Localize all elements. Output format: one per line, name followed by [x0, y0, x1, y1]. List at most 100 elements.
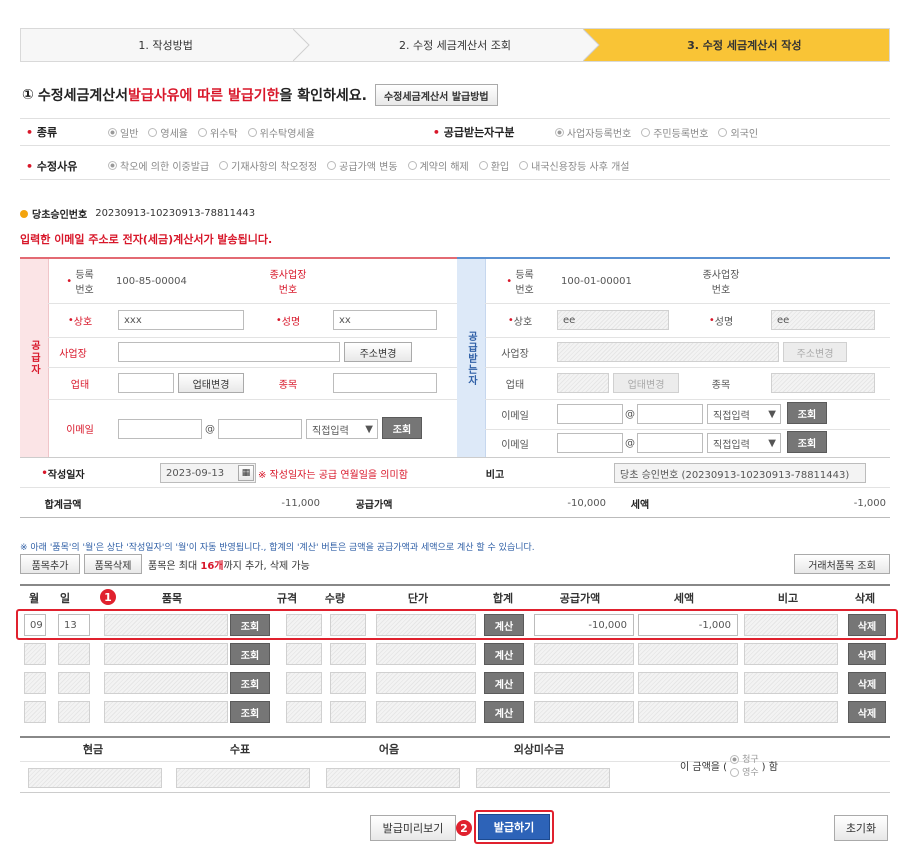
reset-button[interactable]: 초기화: [834, 815, 888, 841]
supplier-email-domain-input[interactable]: [218, 419, 302, 439]
item-calc-button[interactable]: 계산: [484, 643, 524, 665]
receiver-biz-type-input[interactable]: [557, 373, 609, 393]
issue-guide-button[interactable]: 수정세금계산서 발급방법: [374, 84, 498, 106]
dropdown-arrow-icon: ▼: [768, 408, 776, 420]
item-search-button[interactable]: 조회: [230, 672, 270, 694]
item-day-input[interactable]: [58, 701, 90, 723]
item-day-input[interactable]: [58, 672, 90, 694]
item-tax-input[interactable]: [638, 643, 738, 665]
item-memo-input[interactable]: [744, 643, 838, 665]
total-amount: -11,000: [281, 497, 320, 509]
issue-button[interactable]: 발급하기: [478, 814, 550, 840]
item-qty-input[interactable]: [330, 672, 366, 694]
receiver-name-input[interactable]: ee: [557, 310, 669, 330]
receiver-email2-select[interactable]: 직접입력 ▼: [707, 433, 781, 453]
item-qty-input[interactable]: [330, 701, 366, 723]
item-name-input[interactable]: [104, 672, 228, 694]
items-col-header: 비고: [777, 592, 799, 605]
kind-option[interactable]: 영세율: [148, 125, 188, 140]
notice-line: ① 수정세금계산서 발급사유에 따른 발급기한 을 확인하세요. 수정세금계산서…: [22, 84, 498, 106]
item-delete-button[interactable]: 삭제: [848, 701, 886, 723]
cash-input[interactable]: [28, 768, 162, 788]
kind-option[interactable]: 위수탁영세율: [247, 125, 315, 140]
item-delete-button[interactable]: 삭제: [848, 643, 886, 665]
supplier-email-id-input[interactable]: [118, 419, 202, 439]
receiver-email2-domain-input[interactable]: [637, 433, 703, 453]
receiver-email2-id-input[interactable]: [557, 433, 623, 453]
kind-option[interactable]: 위수탁: [198, 125, 238, 140]
item-supply-input[interactable]: [534, 643, 634, 665]
reason-option[interactable]: 공급가액 변동: [327, 158, 398, 173]
item-price-input[interactable]: [376, 643, 476, 665]
reason-option[interactable]: 착오에 의한 이중발급: [108, 158, 209, 173]
item-calc-button[interactable]: 계산: [484, 701, 524, 723]
preview-button[interactable]: 발급미리보기: [370, 815, 456, 841]
item-spec-input[interactable]: [286, 643, 322, 665]
receivable-input[interactable]: [476, 768, 610, 788]
supplier-biz-item-input[interactable]: [333, 373, 437, 393]
kind-option[interactable]: 일반: [108, 125, 138, 140]
recv-type-option[interactable]: 외국인: [718, 125, 758, 140]
item-month-input[interactable]: [24, 643, 46, 665]
recv-type-option[interactable]: 주민등록번호: [641, 125, 708, 140]
supplier-address-change-button[interactable]: 주소변경: [344, 342, 412, 362]
charge-radio[interactable]: 청구: [730, 752, 759, 765]
item-tax-input[interactable]: [638, 672, 738, 694]
item-memo-input[interactable]: [744, 701, 838, 723]
supplier-name-input[interactable]: xxx: [118, 310, 244, 330]
item-price-input[interactable]: [376, 701, 476, 723]
item-search-button[interactable]: 조회: [230, 643, 270, 665]
item-delete-button[interactable]: 삭제: [848, 672, 886, 694]
receiver-address-input[interactable]: [557, 342, 779, 362]
reason-option[interactable]: 환입: [478, 158, 509, 173]
receiver-email1-search-button[interactable]: 조회: [787, 402, 827, 424]
items-note: ※ 아래 '품목'의 '월'은 상단 '작성일자'의 '월'이 자동 반영됩니다…: [20, 543, 535, 553]
item-month-input[interactable]: [24, 672, 46, 694]
receiver-email1-domain-input[interactable]: [637, 404, 703, 424]
step-arrow-icon: [293, 29, 311, 61]
item-price-input[interactable]: [376, 672, 476, 694]
supplier-ceo-input[interactable]: xx: [333, 310, 437, 330]
item-supply-input[interactable]: [534, 672, 634, 694]
item-search-button[interactable]: 조회: [230, 701, 270, 723]
item-calc-button[interactable]: 계산: [484, 672, 524, 694]
item-day-input[interactable]: [58, 643, 90, 665]
supplier-email-search-button[interactable]: 조회: [382, 417, 422, 439]
note-input[interactable]: [326, 768, 460, 788]
items-col-header: 세액: [673, 592, 695, 605]
reason-option[interactable]: 내국신용장등 사후 개설: [519, 158, 630, 173]
step-badge-2: 2: [456, 820, 472, 836]
supplier-biz-change-button[interactable]: 업태변경: [178, 373, 244, 393]
reason-option[interactable]: 계약의 해제: [407, 158, 469, 173]
step-progress: 1. 작성방법 2. 수정 세금계산서 조회 3. 수정 세금계산서 작성: [20, 28, 890, 62]
receiver-email1-select[interactable]: 직접입력 ▼: [707, 404, 781, 424]
check-input[interactable]: [176, 768, 310, 788]
supplier-email-select[interactable]: 직접입력 ▼: [306, 419, 378, 439]
item-month-input[interactable]: [24, 701, 46, 723]
receipt-radio[interactable]: 영수: [730, 765, 759, 778]
receiver-email2-search-button[interactable]: 조회: [787, 431, 827, 453]
items-col-header: 수량: [324, 592, 346, 605]
receiver-biz-change-button[interactable]: 업태변경: [613, 373, 679, 393]
item-supply-input[interactable]: [534, 701, 634, 723]
receiver-ceo-input[interactable]: ee: [771, 310, 875, 330]
delete-item-button[interactable]: 품목삭제: [84, 554, 142, 574]
item-memo-input[interactable]: [744, 672, 838, 694]
reason-option[interactable]: 기재사항의 착오정정: [219, 158, 317, 173]
item-name-input[interactable]: [104, 643, 228, 665]
recv-type-option[interactable]: 사업자등록번호: [554, 125, 631, 140]
calendar-icon[interactable]: ▦: [238, 465, 254, 481]
item-spec-input[interactable]: [286, 672, 322, 694]
item-spec-input[interactable]: [286, 701, 322, 723]
item-tax-input[interactable]: [638, 701, 738, 723]
receiver-address-change-button[interactable]: 주소변경: [783, 342, 847, 362]
item-name-input[interactable]: [104, 701, 228, 723]
supplier-biz-type-input[interactable]: [118, 373, 174, 393]
item-qty-input[interactable]: [330, 643, 366, 665]
add-item-button[interactable]: 품목추가: [20, 554, 80, 574]
partner-items-search-button[interactable]: 거래처품목 조회: [794, 554, 890, 574]
receiver-email1-id-input[interactable]: [557, 404, 623, 424]
receiver-biz-item-input[interactable]: [771, 373, 875, 393]
supplier-address-input[interactable]: [118, 342, 340, 362]
memo-input[interactable]: 당초 승인번호 (20230913-10230913-78811443): [614, 463, 866, 483]
